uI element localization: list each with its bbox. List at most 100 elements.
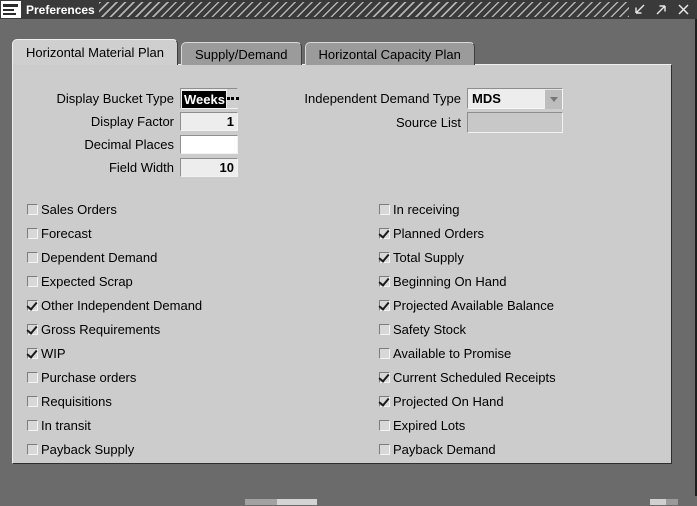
checkbox-in-transit[interactable]: In transit [27, 413, 202, 437]
checkbox-label: Beginning On Hand [393, 273, 507, 289]
checkbox-requisitions[interactable]: Requisitions [27, 389, 202, 413]
checkbox-box[interactable] [379, 419, 390, 431]
checkbox-box[interactable] [379, 347, 390, 359]
checkbox-box[interactable] [379, 323, 390, 335]
preferences-window: Preferences Horizontal Material Plan Sup… [0, 0, 697, 506]
checkbox-other-independent-demand[interactable]: Other Independent Demand [27, 293, 202, 317]
checkbox-box[interactable] [379, 275, 390, 287]
close-button[interactable] [677, 3, 690, 16]
checkbox-total-supply[interactable]: Total Supply [379, 245, 556, 269]
scrollbar-thumb-shadow[interactable] [245, 499, 277, 505]
window-title: Preferences [26, 2, 95, 17]
titlebar-hatch-pattern [98, 2, 629, 17]
tab-label: Supply/Demand [195, 47, 288, 62]
scrollbar-thumb[interactable] [277, 499, 317, 505]
source-list-label: Source List [395, 115, 461, 130]
checkbox-label: Available to Promise [393, 345, 512, 361]
checkbox-label: Payback Supply [41, 441, 135, 457]
window-titlebar: Preferences [0, 0, 697, 19]
checkbox-label: Expired Lots [393, 417, 466, 433]
checkbox-label: Projected On Hand [393, 393, 504, 409]
tab-label: Horizontal Material Plan [26, 45, 165, 60]
field-decimal-places: Decimal Places [13, 135, 238, 154]
field-display-bucket-type: Display Bucket Type Weeks [13, 88, 239, 109]
tab-horizontal-capacity-plan[interactable]: Horizontal Capacity Plan [304, 42, 475, 65]
decimal-places-input[interactable] [180, 135, 238, 154]
field-display-factor: Display Factor 1 [13, 112, 238, 131]
checkbox-box[interactable] [27, 419, 38, 431]
checkbox-box[interactable] [379, 251, 390, 263]
checkbox-box[interactable] [379, 203, 390, 215]
field-source-list: Source List [273, 112, 563, 133]
background-horizontal-scrollbar[interactable] [0, 499, 697, 506]
scrollbar-button-right[interactable] [666, 499, 678, 505]
tab-horizontal-material-plan[interactable]: Horizontal Material Plan [12, 39, 179, 65]
decimal-places-label: Decimal Places [84, 137, 174, 152]
checkbox-box[interactable] [27, 323, 38, 335]
checkbox-box[interactable] [27, 251, 38, 263]
checkbox-label: Safety Stock [393, 321, 466, 337]
checkbox-box[interactable] [379, 227, 390, 239]
checkbox-label: Requisitions [41, 393, 112, 409]
checkbox-wip[interactable]: WIP [27, 341, 202, 365]
display-factor-input[interactable]: 1 [180, 112, 238, 131]
checkbox-label: Projected Available Balance [393, 297, 554, 313]
checkbox-label: Dependent Demand [41, 249, 158, 265]
checkbox-label: Other Independent Demand [41, 297, 203, 313]
checkbox-box[interactable] [27, 395, 38, 407]
checkbox-box[interactable] [27, 299, 38, 311]
checkbox-label: WIP [41, 345, 66, 361]
scrollbar-button-left[interactable] [650, 499, 666, 505]
checkbox-box[interactable] [27, 227, 38, 239]
display-bucket-type-field[interactable]: Weeks [180, 88, 239, 109]
checkbox-payback-demand[interactable]: Payback Demand [379, 437, 556, 461]
checkbox-label: In receiving [393, 201, 460, 217]
checkbox-available-to-promise[interactable]: Available to Promise [379, 341, 556, 365]
checkbox-box[interactable] [27, 275, 38, 287]
independent-demand-type-label: Independent Demand Type [304, 91, 461, 106]
independent-demand-type-combo[interactable]: MDS [467, 88, 563, 109]
checkbox-purchase-orders[interactable]: Purchase orders [27, 365, 202, 389]
checkbox-label: Purchase orders [41, 369, 137, 385]
checkbox-safety-stock[interactable]: Safety Stock [379, 317, 556, 341]
tab-supply-demand[interactable]: Supply/Demand [181, 42, 302, 65]
checkbox-label: Gross Requirements [41, 321, 161, 337]
window-buttons [633, 3, 690, 16]
checkbox-box[interactable] [379, 395, 390, 407]
checkbox-box[interactable] [379, 443, 390, 455]
checkbox-gross-requirements[interactable]: Gross Requirements [27, 317, 202, 341]
checkbox-expired-lots[interactable]: Expired Lots [379, 413, 556, 437]
checkbox-column-right: In receiving Planned Orders Total Supply… [379, 197, 556, 461]
checkbox-column-left: Sales Orders Forecast Dependent Demand E… [27, 197, 202, 461]
independent-demand-type-value: MDS [472, 91, 501, 106]
checkbox-beginning-on-hand[interactable]: Beginning On Hand [379, 269, 556, 293]
checkbox-projected-available-balance[interactable]: Projected Available Balance [379, 293, 556, 317]
checkbox-box[interactable] [379, 299, 390, 311]
checkbox-forecast[interactable]: Forecast [27, 221, 202, 245]
checkbox-label: Forecast [41, 225, 92, 241]
checkbox-planned-orders[interactable]: Planned Orders [379, 221, 556, 245]
checkbox-box[interactable] [27, 203, 38, 215]
checkbox-in-receiving[interactable]: In receiving [379, 197, 556, 221]
source-list-input [467, 112, 563, 133]
checkbox-box[interactable] [27, 443, 38, 455]
checkbox-label: Expected Scrap [41, 273, 133, 289]
field-width-input[interactable]: 10 [180, 158, 238, 177]
chevron-down-icon[interactable] [544, 88, 562, 109]
checkbox-sales-orders[interactable]: Sales Orders [27, 197, 202, 221]
checkbox-dependent-demand[interactable]: Dependent Demand [27, 245, 202, 269]
field-width-label: Field Width [108, 160, 174, 175]
minimize-button[interactable] [633, 3, 646, 16]
maximize-button[interactable] [655, 3, 668, 16]
list-of-values-button[interactable] [225, 89, 239, 108]
field-field-width: Field Width 10 [13, 158, 238, 177]
checkbox-box[interactable] [379, 371, 390, 383]
checkbox-box[interactable] [27, 371, 38, 383]
tab-label: Horizontal Capacity Plan [318, 47, 461, 62]
checkbox-projected-on-hand[interactable]: Projected On Hand [379, 389, 556, 413]
checkbox-payback-supply[interactable]: Payback Supply [27, 437, 202, 461]
checkbox-expected-scrap[interactable]: Expected Scrap [27, 269, 202, 293]
checkbox-current-scheduled-receipts[interactable]: Current Scheduled Receipts [379, 365, 556, 389]
checkbox-box[interactable] [27, 347, 38, 359]
checkbox-label: Planned Orders [393, 225, 485, 241]
